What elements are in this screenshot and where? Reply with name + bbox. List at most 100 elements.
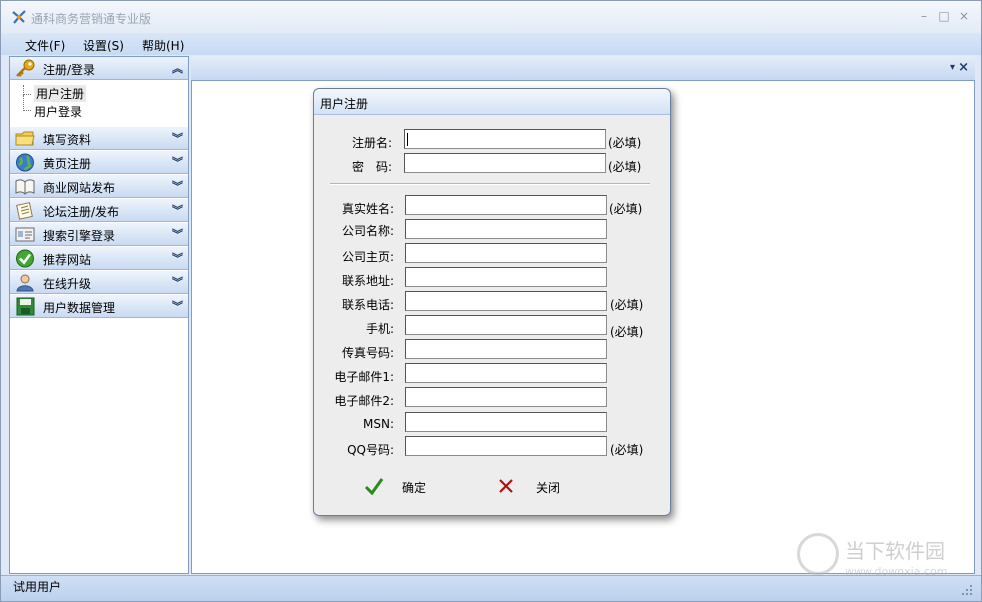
watermark-url: www.downxia.com — [845, 565, 948, 578]
sidebar-section-label: 搜索引擎登录 — [43, 229, 116, 243]
password-input[interactable] — [404, 153, 606, 173]
status-text: 试用用户 — [13, 580, 62, 594]
sidebar-section-forum[interactable]: 论坛注册/发布 ︾ — [10, 199, 188, 222]
field-label-msn: MSN: — [363, 417, 394, 431]
field-label-mobile: 手机: — [365, 322, 394, 336]
tree-connector — [23, 85, 31, 95]
address-input[interactable] — [405, 267, 607, 287]
title-bar[interactable]: 通科商务营销通专业版 – □ × — [1, 1, 981, 33]
chevron-down-icon[interactable]: ︾ — [172, 202, 183, 218]
menu-bar: 文件(F) 设置(S) 帮助(H) — [1, 33, 981, 55]
dialog-title-bar[interactable]: 用户注册 — [314, 89, 670, 115]
chevron-down-icon[interactable]: ︾ — [172, 178, 183, 194]
document-tab-strip: ▾ × — [191, 56, 975, 80]
sidebar-section-business-sites[interactable]: 商业网站发布 ︾ — [10, 175, 188, 198]
sidebar-section-fill-info[interactable]: 填写资料 ︾ — [10, 127, 188, 150]
sidebar-section-user-data[interactable]: 用户数据管理 ︾ — [10, 295, 188, 318]
sidebar-section-label: 黄页注册 — [43, 157, 92, 171]
sidebar-section-label: 注册/登录 — [43, 63, 96, 77]
checkmark-icon — [364, 478, 384, 496]
company-name-input[interactable] — [405, 219, 607, 239]
book-icon — [15, 179, 35, 195]
email2-input[interactable] — [405, 387, 607, 407]
watermark: 当下软件园 www.downxia.com — [797, 533, 967, 583]
username-input[interactable] — [404, 129, 606, 149]
watermark-title: 当下软件园 — [845, 539, 945, 563]
floppy-icon — [16, 297, 35, 316]
field-label-address: 联系地址: — [341, 274, 394, 288]
ok-button[interactable]: 确定 — [364, 474, 454, 498]
field-label-real-name: 真实姓名: — [341, 202, 394, 216]
required-note: (必填) — [610, 443, 644, 457]
field-label-company-homepage: 公司主页: — [341, 250, 394, 264]
user-icon — [16, 274, 34, 292]
dialog-separator — [330, 183, 650, 185]
sidebar-section-label: 填写资料 — [43, 133, 92, 147]
watermark-logo-icon — [797, 533, 839, 575]
close-button[interactable]: 关闭 — [498, 474, 588, 498]
app-window: 通科商务营销通专业版 – □ × 文件(F) 设置(S) 帮助(H) 注册/登录… — [0, 0, 982, 602]
mobile-input[interactable] — [405, 315, 607, 335]
field-label-phone: 联系电话: — [341, 298, 394, 312]
tab-dropdown-icon[interactable]: ▾ — [950, 62, 955, 73]
required-note: (必填) — [610, 325, 644, 339]
sidebar-section-yellow-pages[interactable]: 黄页注册 ︾ — [10, 151, 188, 174]
field-label-fax: 传真号码: — [341, 346, 394, 360]
window-title: 通科商务营销通专业版 — [31, 12, 152, 26]
required-note: (必填) — [610, 298, 644, 312]
company-homepage-input[interactable] — [405, 243, 607, 263]
notes-icon — [16, 202, 33, 220]
ok-button-label: 确定 — [402, 481, 427, 495]
menu-help[interactable]: 帮助(H) — [142, 37, 184, 54]
check-icon — [16, 249, 34, 268]
email1-input[interactable] — [405, 363, 607, 383]
msn-input[interactable] — [405, 412, 607, 432]
required-note: (必填) — [608, 136, 642, 150]
required-note: (必填) — [608, 160, 642, 174]
menu-settings[interactable]: 设置(S) — [83, 37, 124, 54]
sidebar-section-recommend[interactable]: 推荐网站 ︾ — [10, 247, 188, 270]
sidebar-section-label: 论坛注册/发布 — [43, 205, 120, 219]
text-caret — [407, 133, 408, 146]
field-label-email1: 电子邮件1: — [334, 370, 394, 384]
minimize-button[interactable]: – — [917, 9, 931, 23]
chevron-up-icon[interactable]: ︽ — [172, 60, 183, 76]
field-label-password: 密 码: — [351, 160, 392, 174]
folder-icon — [15, 131, 35, 146]
sidebar-section-online-upgrade[interactable]: 在线升级 ︾ — [10, 271, 188, 294]
sidebar-section-label: 商业网站发布 — [43, 181, 116, 195]
app-logo-icon — [12, 10, 26, 24]
close-button-label: 关闭 — [536, 481, 561, 495]
qq-input[interactable] — [405, 436, 607, 456]
chevron-down-icon[interactable]: ︾ — [172, 130, 183, 146]
chevron-down-icon[interactable]: ︾ — [172, 274, 183, 290]
chevron-down-icon[interactable]: ︾ — [172, 154, 183, 170]
close-x-icon — [499, 479, 513, 493]
chevron-down-icon[interactable]: ︾ — [172, 298, 183, 314]
sidebar: 注册/登录 ︽ 用户注册 用户登录 填写资料 ︾ 黄页注册 ︾ 商业网站发布 ︾… — [9, 56, 189, 574]
globe-icon — [16, 153, 34, 172]
maximize-button[interactable]: □ — [937, 9, 951, 23]
tree-item-user-register[interactable]: 用户注册 — [34, 85, 87, 102]
sidebar-section-register-login[interactable]: 注册/登录 ︽ — [10, 57, 188, 80]
tab-close-icon[interactable]: × — [958, 60, 969, 75]
dialog-title: 用户注册 — [320, 97, 369, 111]
fax-input[interactable] — [405, 339, 607, 359]
tree-item-user-login[interactable]: 用户登录 — [34, 103, 82, 120]
sidebar-section-label: 在线升级 — [43, 277, 92, 291]
field-label-qq: QQ号码: — [347, 443, 394, 457]
chevron-down-icon[interactable]: ︾ — [172, 226, 183, 242]
tree-connector — [23, 95, 31, 111]
chevron-down-icon[interactable]: ︾ — [172, 250, 183, 266]
resize-grip-icon[interactable] — [961, 584, 973, 596]
real-name-input[interactable] — [405, 195, 607, 215]
key-icon — [16, 59, 35, 77]
card-icon — [15, 227, 35, 242]
field-label-email2: 电子邮件2: — [334, 394, 394, 408]
phone-input[interactable] — [405, 291, 607, 311]
menu-file[interactable]: 文件(F) — [25, 37, 65, 54]
sidebar-section-label: 推荐网站 — [43, 253, 92, 267]
close-window-button[interactable]: × — [957, 9, 971, 23]
sidebar-section-search-engine[interactable]: 搜索引擎登录 ︾ — [10, 223, 188, 246]
user-register-dialog: 用户注册 注册名: (必填) 密 码: (必填) 真实姓名: (必填) 公司名称… — [313, 88, 671, 516]
